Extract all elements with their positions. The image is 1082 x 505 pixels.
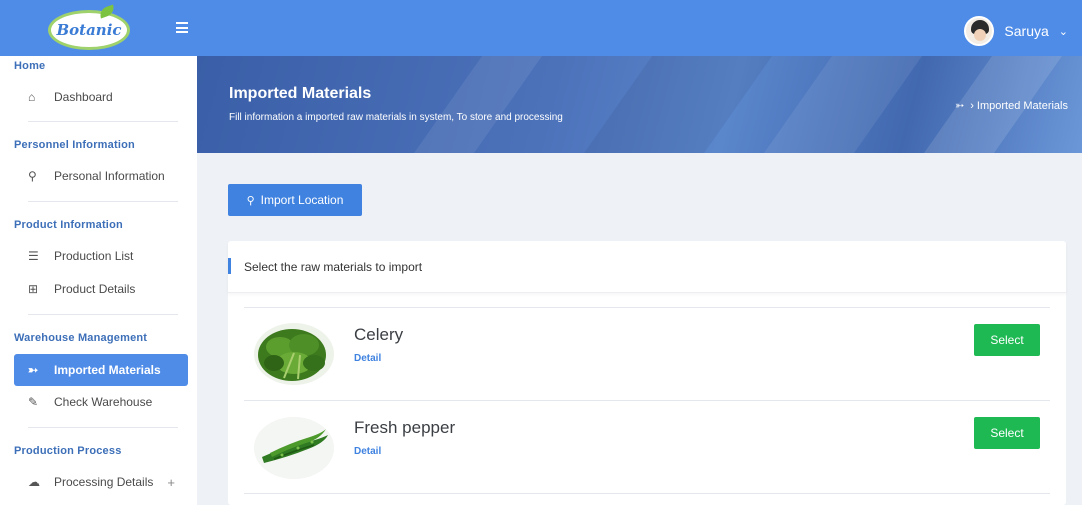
item-name: Celery bbox=[354, 325, 404, 344]
sidebar-item-label: Product Details bbox=[54, 282, 136, 296]
sidebar-item-imported-materials[interactable]: ➳ Imported Materials bbox=[14, 354, 188, 386]
breadcrumb-current: › Imported Materials bbox=[970, 99, 1068, 112]
materials-card: Select the raw materials to import Celer… bbox=[228, 241, 1066, 505]
sidebar-item-label: Production List bbox=[54, 249, 134, 263]
sidebar-item-production-list[interactable]: ☰ Production List bbox=[14, 240, 188, 272]
app-logo[interactable]: Botanic bbox=[48, 4, 130, 50]
sidebar-item-label: Processing Details bbox=[54, 475, 154, 489]
page-header-banner: Imported Materials Fill information a im… bbox=[197, 56, 1082, 153]
import-location-button[interactable]: ⚲ Import Location bbox=[228, 184, 362, 216]
pepper-image bbox=[254, 417, 334, 479]
sidebar-item-label: Imported Materials bbox=[54, 363, 161, 377]
page-title: Imported Materials bbox=[229, 85, 372, 102]
location-pin-icon: ⚲ bbox=[246, 194, 255, 207]
import-location-label: Import Location bbox=[260, 193, 344, 207]
sidebar-item-label: Personal Information bbox=[54, 169, 165, 183]
section-title-product: Product Information bbox=[14, 219, 123, 231]
section-title-personnel: Personnel Information bbox=[14, 139, 135, 151]
edit-icon: ✎ bbox=[28, 395, 39, 409]
import-icon[interactable]: ➳ bbox=[955, 99, 964, 112]
section-title-warehouse: Warehouse Management bbox=[14, 332, 148, 344]
item-name: Fresh pepper bbox=[354, 418, 456, 437]
breadcrumb: ➳ › Imported Materials bbox=[955, 99, 1068, 113]
home-icon: ⌂ bbox=[28, 90, 36, 104]
detail-link[interactable]: Detail bbox=[354, 446, 381, 457]
sidebar-item-product-details[interactable]: ⊞ Product Details bbox=[14, 273, 188, 305]
page-subtitle: Fill information a imported raw material… bbox=[229, 112, 563, 123]
celery-image bbox=[254, 323, 334, 385]
sidebar: Home ⌂ Dashboard Personnel Information ⚲… bbox=[0, 56, 197, 505]
list-icon: ☰ bbox=[28, 249, 39, 263]
sidebar-item-label: Dashboard bbox=[54, 90, 113, 104]
section-title-home: Home bbox=[14, 60, 46, 72]
sidebar-item-check-warehouse[interactable]: ✎ Check Warehouse bbox=[14, 386, 188, 418]
card-header: Select the raw materials to import bbox=[228, 241, 1066, 293]
user-menu[interactable]: Saruya ⌄ bbox=[964, 16, 1068, 46]
sidebar-item-processing-details[interactable]: ☁ Processing Details + bbox=[14, 466, 188, 498]
sidebar-item-label: Check Warehouse bbox=[54, 395, 153, 409]
menu-toggle-icon[interactable] bbox=[176, 22, 188, 33]
import-icon: ➳ bbox=[28, 363, 39, 377]
user-name: Saruya bbox=[1004, 23, 1049, 39]
grid-icon: ⊞ bbox=[28, 282, 39, 296]
top-bar: Botanic Saruya ⌄ bbox=[0, 0, 1082, 56]
user-icon: ⚲ bbox=[28, 169, 37, 183]
sidebar-item-personal-information[interactable]: ⚲ Personal Information bbox=[14, 160, 188, 192]
card-title: Select the raw materials to import bbox=[244, 260, 423, 274]
sidebar-item-dashboard[interactable]: ⌂ Dashboard bbox=[14, 81, 188, 113]
select-button[interactable]: Select bbox=[974, 324, 1040, 356]
section-title-production-process: Production Process bbox=[14, 445, 122, 457]
select-button[interactable]: Select bbox=[974, 417, 1040, 449]
avatar bbox=[964, 16, 995, 46]
cloud-icon: ☁ bbox=[28, 475, 40, 489]
detail-link[interactable]: Detail bbox=[354, 353, 381, 364]
expand-icon[interactable]: + bbox=[167, 475, 175, 490]
logo-text: Botanic bbox=[56, 21, 122, 39]
chevron-down-icon: ⌄ bbox=[1058, 25, 1068, 38]
